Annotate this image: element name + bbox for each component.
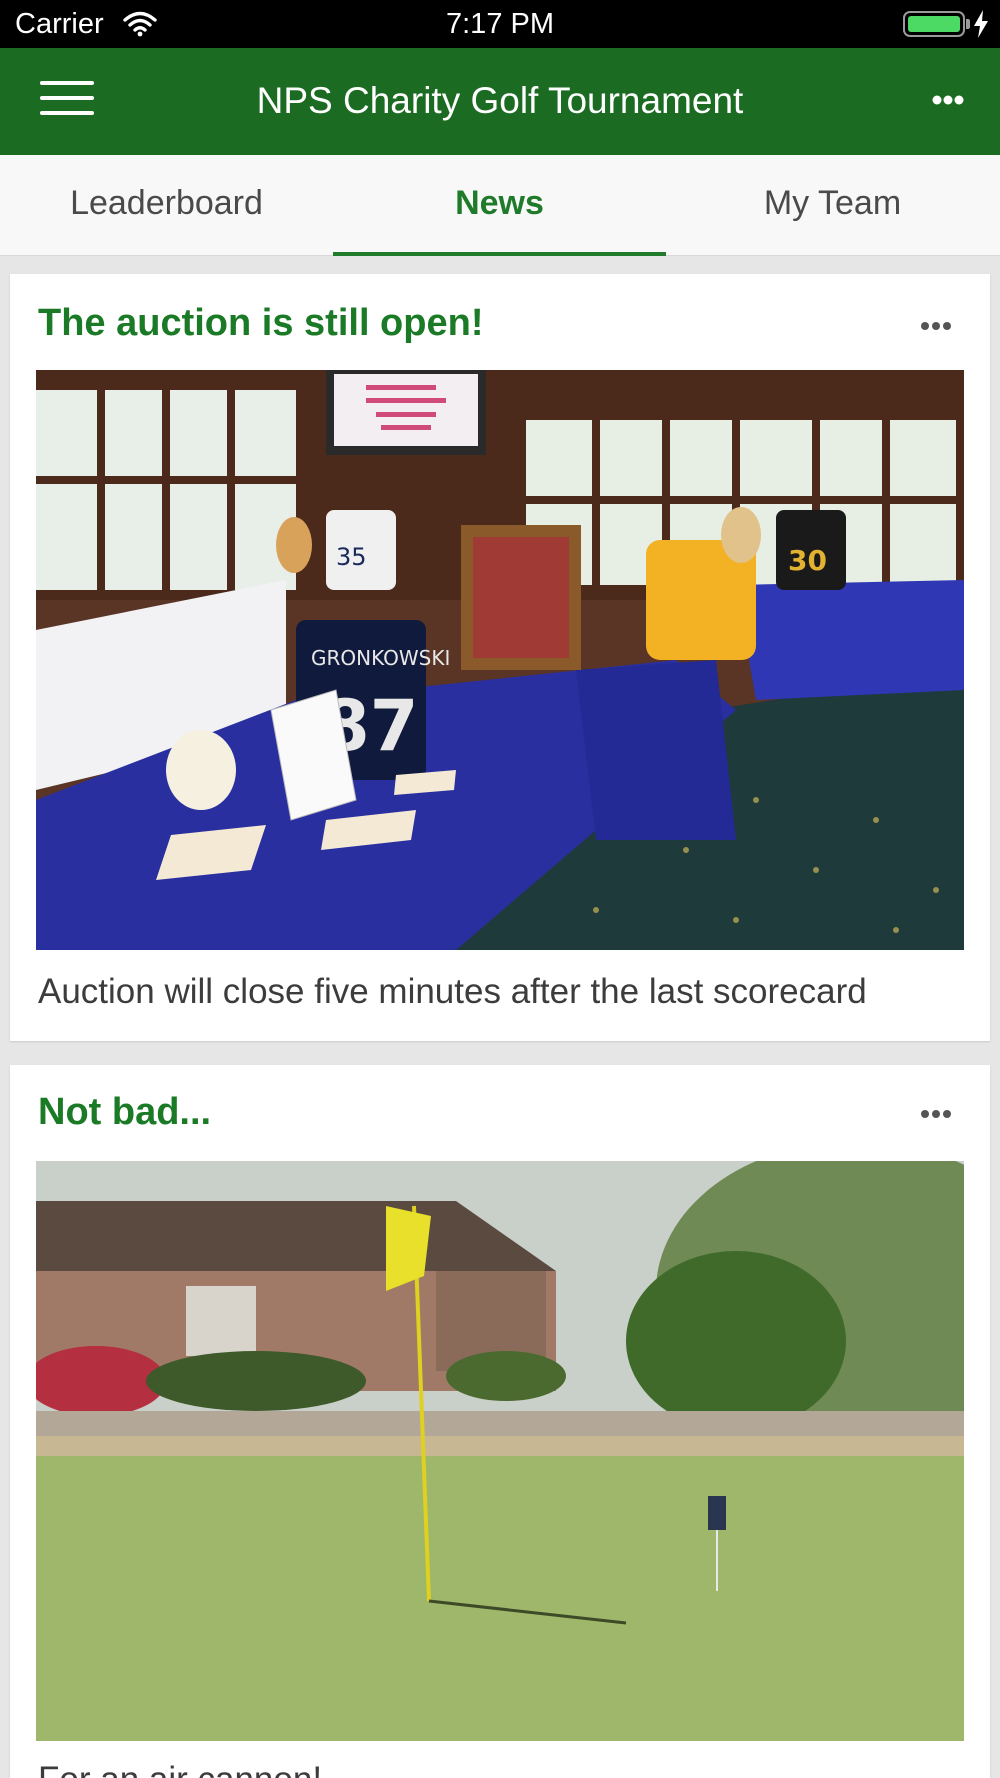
- charging-bolt-icon: [974, 10, 988, 38]
- auction-photo[interactable]: GRONKOWSKI 87 30 35: [36, 370, 964, 950]
- post-caption: For an air cannon!: [38, 1760, 322, 1778]
- svg-text:GRONKOWSKI: GRONKOWSKI: [311, 646, 450, 670]
- tab-bar: Leaderboard News My Team: [0, 155, 1000, 256]
- battery-nub: [966, 19, 970, 29]
- news-post-card: Not bad...: [10, 1065, 990, 1778]
- svg-text:30: 30: [788, 544, 827, 577]
- nav-title: NPS Charity Golf Tournament: [256, 80, 744, 121]
- battery-icon: [903, 11, 965, 37]
- status-bar: Carrier 7:17 PM: [0, 0, 1000, 48]
- post-more-icon[interactable]: [918, 1102, 954, 1126]
- post-caption: Auction will close five minutes after th…: [38, 972, 867, 1011]
- tab-my-team[interactable]: My Team: [666, 155, 999, 256]
- post-title: Not bad...: [38, 1091, 212, 1133]
- golf-green-photo[interactable]: [36, 1161, 964, 1741]
- status-time: 7:17 PM: [446, 8, 554, 40]
- tab-news[interactable]: News: [333, 155, 666, 256]
- nav-bar: NPS Charity Golf Tournament: [0, 48, 1000, 155]
- post-more-icon[interactable]: [918, 314, 954, 338]
- news-post-card: The auction is still open! GRONKOWSKI 87…: [10, 274, 990, 1041]
- tab-leaderboard[interactable]: Leaderboard: [0, 155, 333, 256]
- svg-text:35: 35: [336, 543, 367, 571]
- more-horizontal-icon[interactable]: [930, 88, 966, 112]
- post-title: The auction is still open!: [38, 302, 484, 344]
